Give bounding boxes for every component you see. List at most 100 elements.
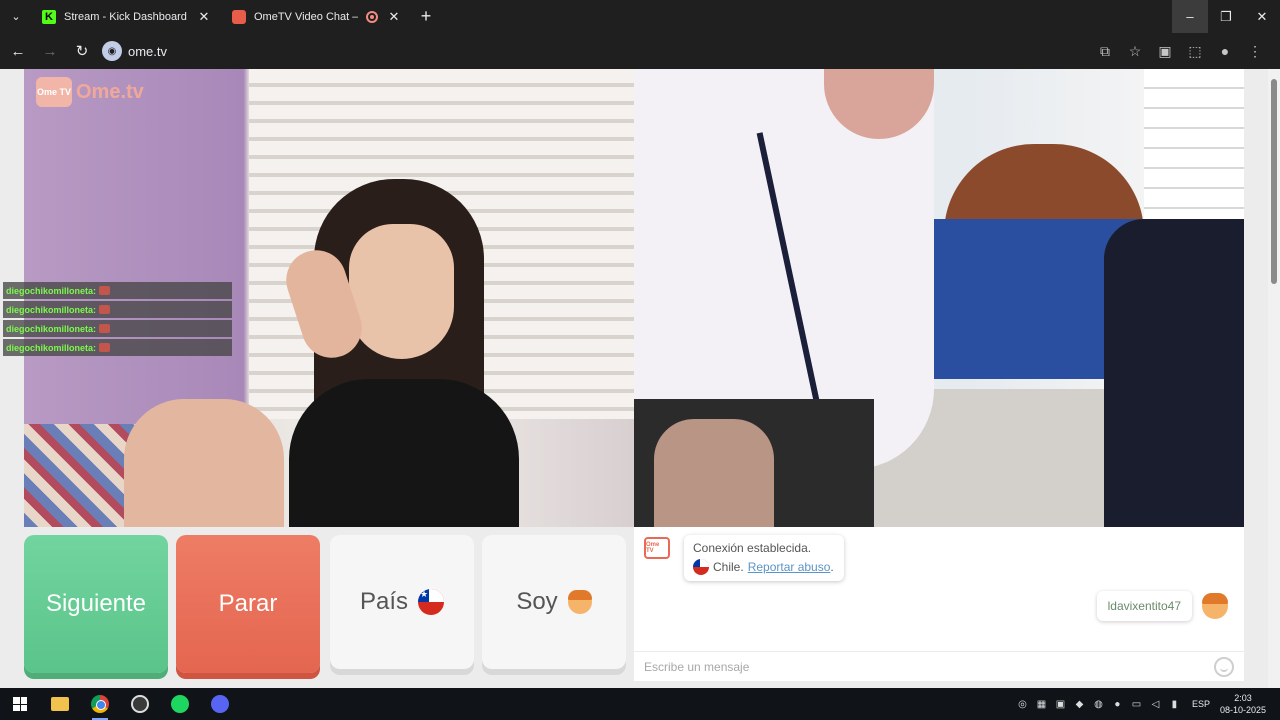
own-message: ldavixentito47 [1096,591,1192,621]
report-suffix: . [830,560,834,574]
windows-icon [13,697,27,711]
gaming-chair [1104,219,1244,527]
face [349,224,454,359]
tab-icon[interactable]: ▣ [1150,37,1180,65]
emote-icon [99,343,111,352]
clock-date: 08-10-2025 [1219,705,1266,715]
discord-icon [211,695,229,713]
chile-flag-icon: ★ [418,589,445,615]
shirt [289,379,519,527]
tab-search-button[interactable]: ⌄ [0,0,32,33]
menu-icon[interactable]: ⋮ [1240,37,1270,65]
reload-button[interactable]: ↻ [68,37,96,65]
bookmark-star-icon[interactable]: ☆ [1120,37,1150,65]
close-icon[interactable]: ✕ [386,9,402,25]
boy-emoji-icon [567,590,592,614]
ometv-small-logo: Ome TV [644,537,670,559]
emoji-picker-icon[interactable] [1214,656,1234,677]
extensions-icon[interactable]: ⬚ [1180,37,1210,65]
obs-icon [131,695,149,713]
page-scrollbar[interactable] [1268,69,1280,688]
clock[interactable]: 2:03 08-10-2025 [1220,692,1266,716]
next-button[interactable]: Siguiente [24,535,168,673]
clock-time: 2:03 [1234,693,1252,703]
volume-icon[interactable]: ◁ [1146,697,1165,711]
minimize-button[interactable]: – [1172,0,1208,33]
spotify-icon [171,695,189,713]
toolbar-icons: ⧉ ☆ ▣ ⬚ ● ⋮ [1090,37,1270,65]
close-icon[interactable]: ✕ [196,9,212,25]
chrome-button[interactable] [80,688,120,720]
mic-tray-icon[interactable]: ◆ [1070,697,1089,711]
start-button[interactable] [0,688,40,720]
microphone-icon[interactable]: ▮ [1165,697,1184,711]
chat-line: diegochikomilloneta: [3,282,232,299]
url-text: ome.tv [128,43,168,59]
tab-kick-dashboard[interactable]: K Stream - Kick Dashboard ✕ [32,0,222,33]
spotify-button[interactable] [160,688,200,720]
browser-toolbar: ← → ↻ ◉ ome.tv ⧉ ☆ ▣ ⬚ ● ⋮ [0,33,1280,69]
gender-button[interactable]: Soy [482,535,626,669]
arm [124,399,284,527]
logo-wordmark: Ome.tv [76,80,144,103]
connection-status: Conexión establecida. [693,541,812,555]
local-person [254,179,544,527]
logo-badge: Ome TV [36,77,72,107]
stop-button[interactable]: Parar [176,535,320,673]
ometv-icon [232,9,246,24]
discord-button[interactable] [200,688,240,720]
app-tray-icon[interactable]: ▣ [1051,697,1070,711]
back-button[interactable]: ← [4,37,32,65]
tattooed-arm [654,419,774,527]
country-button[interactable]: País ★ [330,535,474,669]
partner-country: Chile. [713,560,744,574]
browser-tab-strip: ⌄ K Stream - Kick Dashboard ✕ OmeTV Vide… [0,0,1280,33]
forward-button[interactable]: → [36,37,64,65]
report-abuse-link[interactable]: Reportar abuso [748,560,831,574]
message-row [634,651,1244,681]
ometv-logo: Ome TV Ome.tv [36,77,144,107]
network-icon[interactable]: ▭ [1127,697,1146,711]
discord-tray-icon[interactable]: ◎ [1013,697,1032,711]
new-tab-button[interactable]: + [412,0,440,33]
profile-avatar[interactable]: ● [1210,37,1240,65]
emote-icon [99,305,111,314]
scrollbar-thumb[interactable] [1271,79,1277,284]
chat-user: diegochikomilloneta: [6,323,97,334]
language-indicator[interactable]: ESP [1192,699,1210,709]
system-message: Conexión establecida. Chile. Reportar ab… [684,535,844,581]
close-window-button[interactable]: ✕ [1244,0,1280,33]
spotify-tray-icon[interactable]: ● [1108,697,1127,711]
chrome-icon [91,695,109,713]
file-explorer-button[interactable] [40,688,80,720]
next-label: Siguiente [45,590,147,617]
tab-title: OmeTV Video Chat — Ome [254,10,358,23]
window-controls: – ❐ ✕ [1172,0,1280,33]
chevron-down-icon: ⌄ [11,11,21,23]
kick-icon: K [42,9,56,24]
restore-button[interactable]: ❐ [1208,0,1244,33]
tab-ometv[interactable]: OmeTV Video Chat — Ome ✕ [222,0,412,33]
chat-line: diegochikomilloneta: [3,301,232,318]
address-bar[interactable]: ◉ ome.tv [102,37,1090,65]
chat-user: diegochikomilloneta: [6,304,97,315]
system-tray: ◎ ▦ ▣ ◆ ◍ ● ▭ ◁ ▮ ESP 2:03 08-10-2025 [1013,692,1280,716]
chile-flag-icon [693,559,709,575]
message-input[interactable] [644,659,1214,674]
site-info-icon[interactable]: ◉ [102,41,122,61]
windows-taskbar: ◎ ▦ ▣ ◆ ◍ ● ▭ ◁ ▮ ESP 2:03 08-10-2025 [0,688,1280,720]
cast-icon[interactable]: ⧉ [1090,37,1120,65]
chat-line: diegochikomilloneta: [3,339,232,356]
obs-button[interactable] [120,688,160,720]
chat-user: diegochikomilloneta: [6,285,97,296]
chat-user: diegochikomilloneta: [6,342,97,353]
text-chat-panel: Ome TV Conexión establecida. Chile. Repo… [634,527,1244,681]
emote-icon [99,324,111,333]
folder-icon [51,697,69,711]
tab-title: Stream - Kick Dashboard [64,10,187,23]
stream-chat-overlay: diegochikomilloneta: diegochikomilloneta… [3,282,232,358]
emote-icon [99,286,111,295]
gender-label: Soy [516,588,558,615]
steam-tray-icon[interactable]: ◍ [1089,697,1108,711]
app-tray-icon[interactable]: ▦ [1032,697,1051,711]
